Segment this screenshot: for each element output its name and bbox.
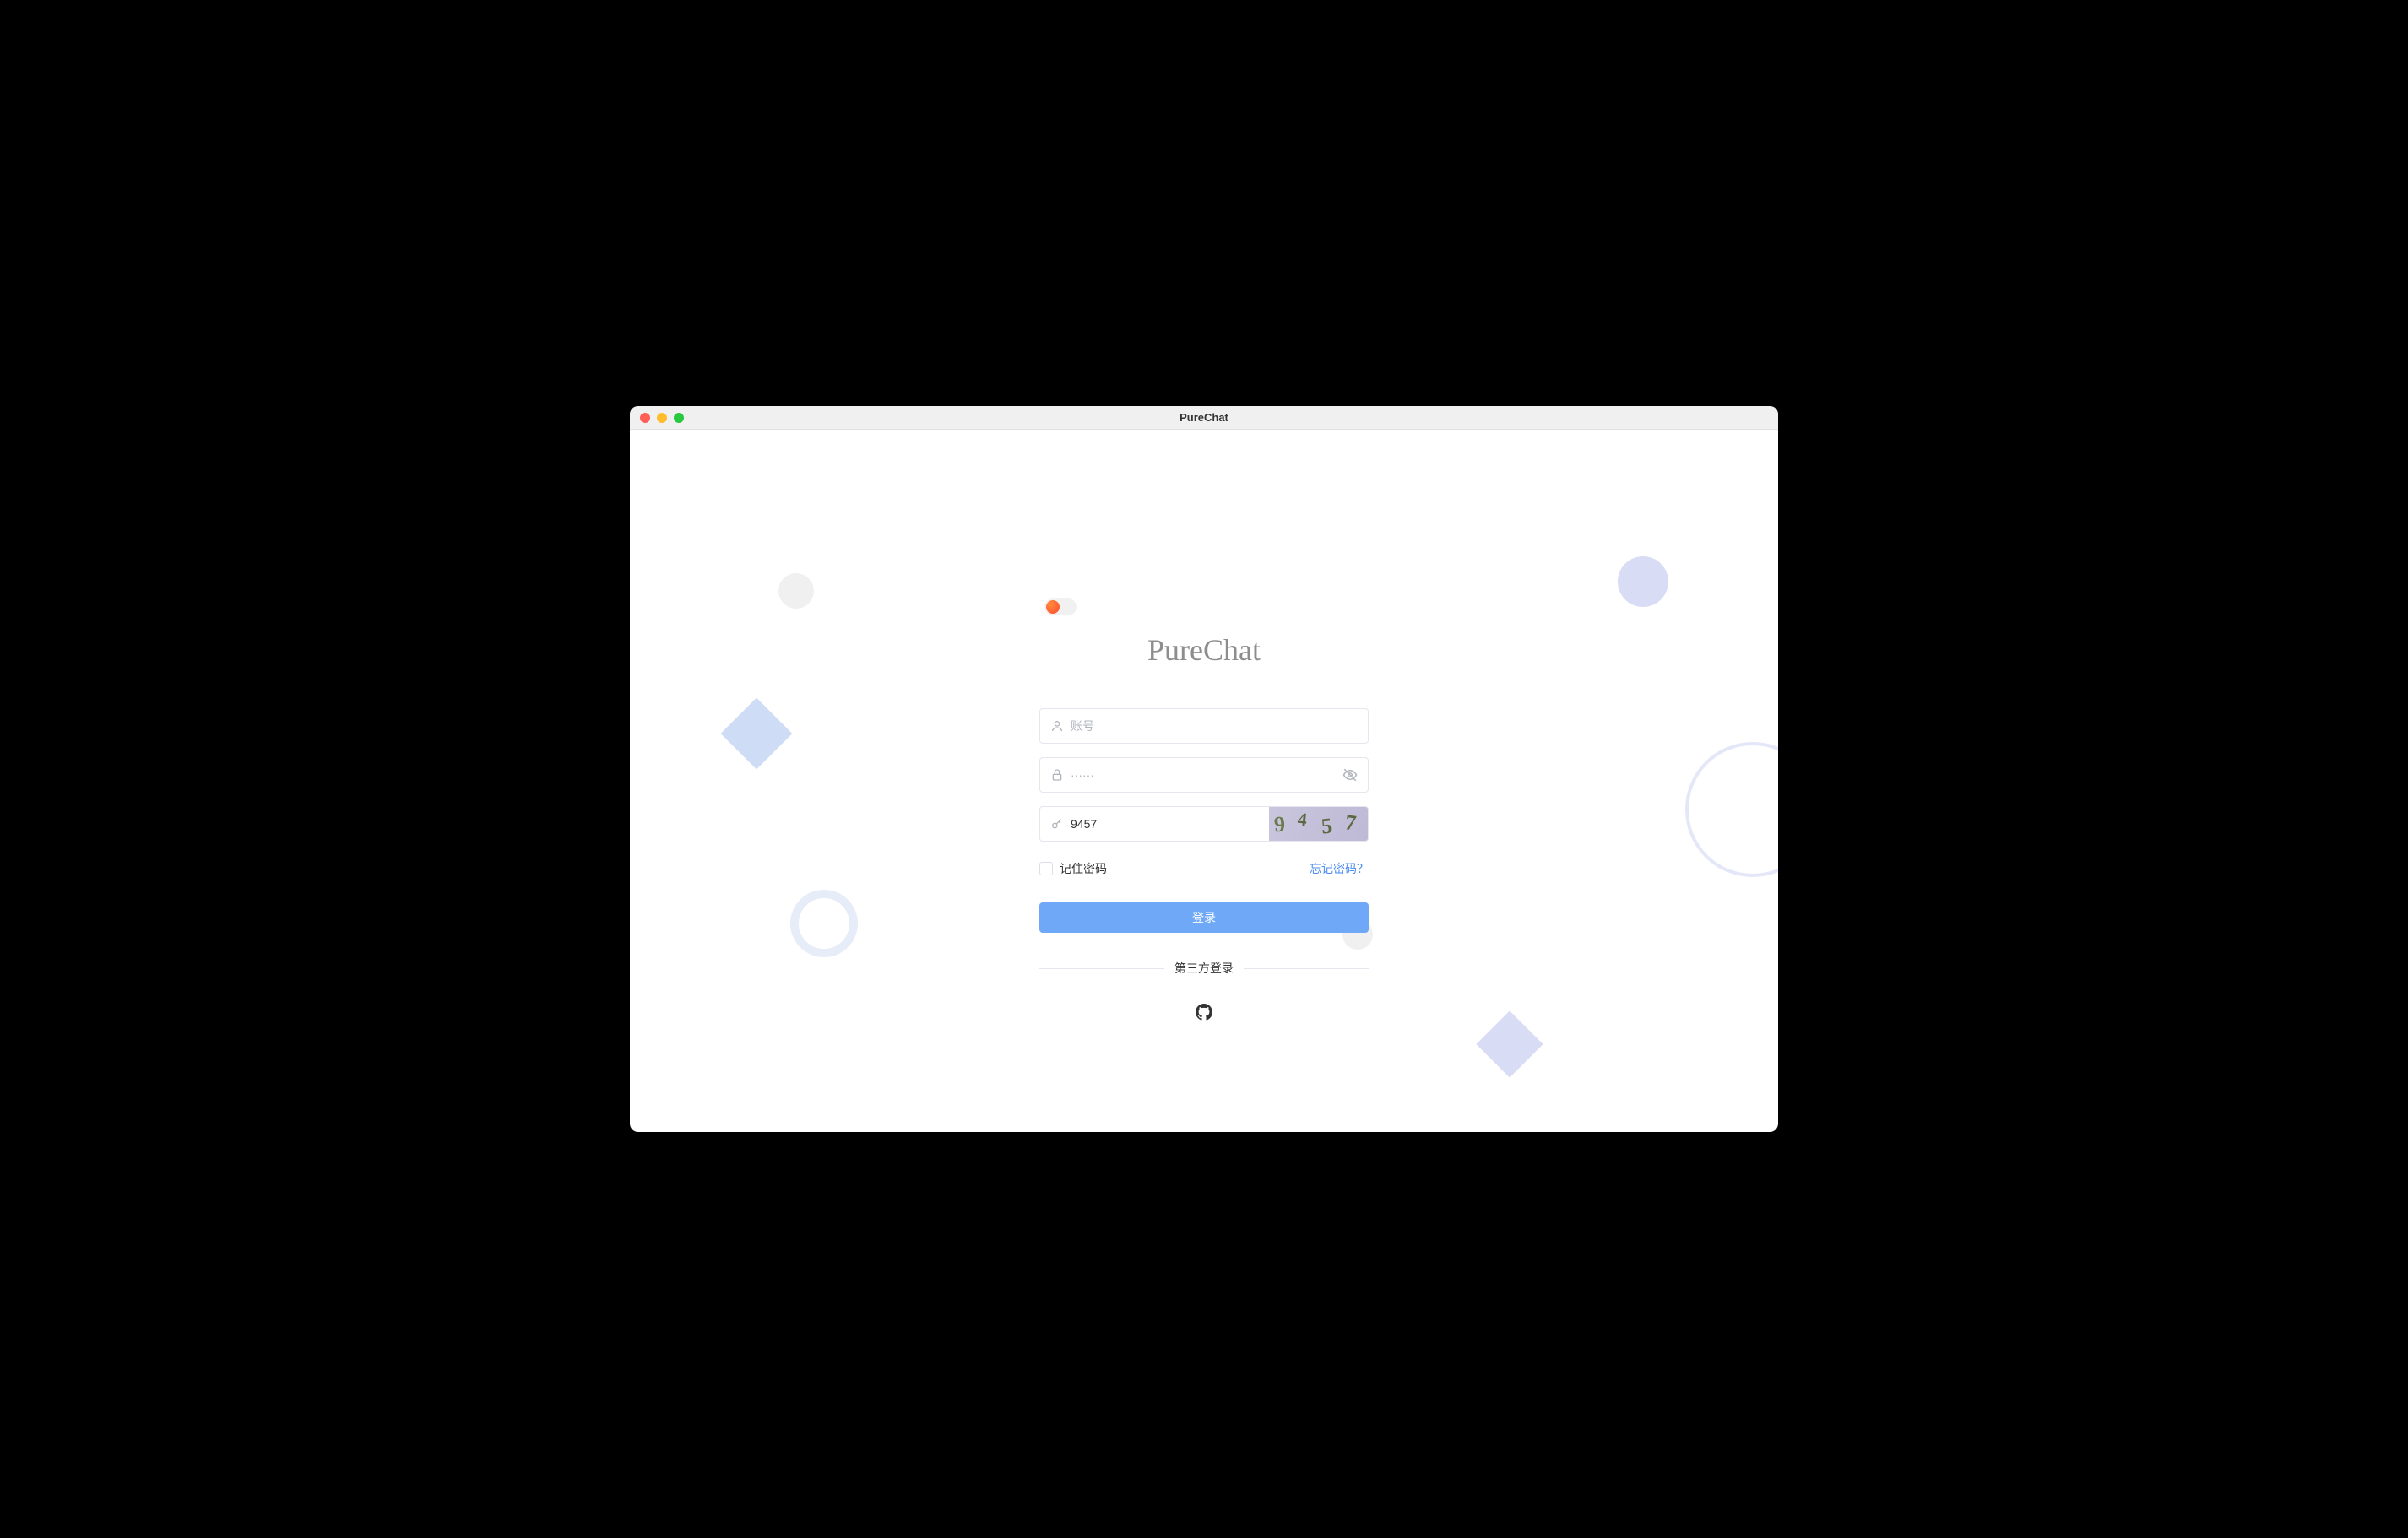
login-card: PureChat	[1039, 598, 1369, 1021]
toggle-password-visibility-icon[interactable]	[1342, 767, 1358, 783]
username-row	[1039, 708, 1369, 744]
app-title: PureChat	[1147, 632, 1261, 668]
window-title: PureChat	[1180, 411, 1228, 424]
decoration-ring	[790, 890, 858, 957]
third-party-label: 第三方登录	[1174, 960, 1234, 977]
divider-line	[1244, 968, 1369, 969]
captcha-input[interactable]	[1071, 817, 1259, 831]
key-icon	[1050, 817, 1064, 831]
theme-toggle[interactable]	[1044, 598, 1077, 615]
password-row	[1039, 757, 1369, 793]
decoration-circle	[778, 573, 814, 609]
github-login-icon[interactable]	[1196, 1004, 1212, 1021]
login-button[interactable]: 登录	[1039, 902, 1369, 933]
titlebar: PureChat	[630, 406, 1778, 430]
close-window-button[interactable]	[640, 413, 650, 423]
remember-label: 记住密码	[1060, 860, 1107, 877]
third-party-divider: 第三方登录	[1039, 960, 1369, 977]
content-area: PureChat	[630, 430, 1778, 1132]
decoration-diamond	[721, 698, 793, 770]
captcha-image[interactable]: 9 4 5 7	[1269, 806, 1369, 842]
captcha-row: 9 4 5 7	[1039, 806, 1369, 842]
decoration-ring	[1685, 742, 1778, 877]
login-form: 9 4 5 7 记住密码 忘记密码？ 登录	[1039, 708, 1369, 1021]
maximize-window-button[interactable]	[674, 413, 684, 423]
options-row: 记住密码 忘记密码？	[1039, 860, 1369, 877]
username-input[interactable]	[1071, 719, 1358, 733]
password-input[interactable]	[1071, 768, 1342, 782]
decoration-diamond	[1476, 1010, 1543, 1077]
divider-line	[1039, 968, 1164, 969]
minimize-window-button[interactable]	[657, 413, 667, 423]
user-icon	[1050, 719, 1064, 733]
forgot-password-link[interactable]: 忘记密码？	[1310, 860, 1369, 877]
toggle-indicator	[1046, 600, 1060, 614]
traffic-lights	[630, 413, 684, 423]
remember-checkbox[interactable]: 记住密码	[1039, 860, 1107, 877]
lock-icon	[1050, 768, 1064, 782]
checkbox-box	[1039, 862, 1053, 875]
decoration-circle	[1618, 556, 1668, 607]
third-party-row	[1039, 1004, 1369, 1021]
app-window: PureChat PureChat	[630, 406, 1778, 1132]
